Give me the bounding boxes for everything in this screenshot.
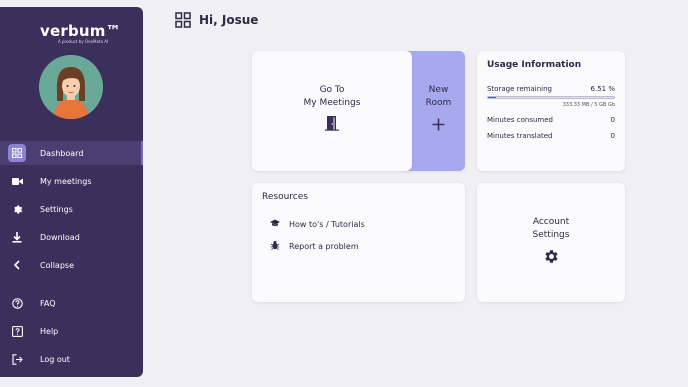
meetings-label-2: My Meetings <box>303 98 361 108</box>
graduation-cap-icon <box>270 219 289 229</box>
logout-icon <box>8 350 26 368</box>
sidebar-item-faq[interactable]: FAQ <box>0 291 143 315</box>
sidebar-item-my-meetings[interactable]: My meetings <box>0 169 143 193</box>
resources-title: Resources <box>262 192 308 202</box>
storage-row: Storage remaining 6.51 % <box>487 83 615 93</box>
resources-card: Resources How to's / Tutorials Report a … <box>252 183 465 302</box>
sidebar-item-label: Log out <box>40 354 70 364</box>
bug-icon <box>270 240 289 252</box>
minutes-consumed-value: 0 <box>610 116 615 124</box>
logo-subtext: A product by OneMeta AI <box>58 39 109 44</box>
resource-item-tutorials[interactable]: How to's / Tutorials <box>270 219 455 229</box>
sidebar-item-download[interactable]: Download <box>0 225 143 249</box>
resource-label: Report a problem <box>289 241 359 251</box>
chevron-left-icon <box>8 256 26 274</box>
sidebar-item-label: Collapse <box>40 260 74 270</box>
grid-icon <box>175 12 191 28</box>
sidebar-item-help[interactable]: Help <box>0 319 143 343</box>
account-label-1: Account <box>532 217 570 227</box>
minutes-consumed-label: Minutes consumed <box>487 116 554 124</box>
storage-percent: 6.51 % <box>590 85 615 93</box>
usage-information-card: Usage Information Storage remaining 6.51… <box>477 51 625 171</box>
door-icon <box>252 115 412 135</box>
help-circle-icon <box>8 294 26 312</box>
storage-label: Storage remaining <box>487 85 552 93</box>
page-header: Hi, Josue <box>175 12 258 28</box>
grid-icon <box>8 144 26 162</box>
gear-icon <box>477 248 625 269</box>
meetings-label-1: Go To <box>319 85 345 95</box>
minutes-translated-row: Minutes translated 0 <box>487 129 615 140</box>
resource-item-report-problem[interactable]: Report a problem <box>270 240 455 252</box>
resource-label: How to's / Tutorials <box>289 219 365 229</box>
download-icon <box>8 228 26 246</box>
sidebar-item-label: Dashboard <box>40 148 84 158</box>
minutes-consumed-row: Minutes consumed 0 <box>487 113 615 124</box>
minutes-translated-label: Minutes translated <box>487 132 553 140</box>
account-settings-card[interactable]: Account Settings <box>477 183 625 302</box>
sidebar-item-label: Help <box>40 326 59 336</box>
sidebar: verbum™ A product by OneMeta AI Dashboar… <box>0 7 143 377</box>
logo-text: verbum™ <box>40 22 121 40</box>
sidebar-item-label: FAQ <box>40 298 56 308</box>
sidebar-item-collapse[interactable]: Collapse <box>0 253 143 277</box>
storage-progress-bar <box>487 96 615 99</box>
new-room-label-1: New <box>428 85 449 95</box>
sidebar-item-label: My meetings <box>40 176 92 186</box>
storage-detail: 333.33 MB / 5 GB Gb <box>562 102 615 108</box>
minutes-translated-value: 0 <box>610 132 615 140</box>
sidebar-item-label: Download <box>40 232 80 242</box>
account-label-2: Settings <box>532 230 570 240</box>
logo: verbum™ A product by OneMeta AI <box>40 22 121 45</box>
sidebar-item-log-out[interactable]: Log out <box>0 347 143 371</box>
sidebar-item-dashboard[interactable]: Dashboard <box>0 141 143 165</box>
plus-icon <box>412 116 465 135</box>
video-icon <box>8 172 26 190</box>
sidebar-item-settings[interactable]: Settings <box>0 197 143 221</box>
new-room-label-2: Room <box>425 98 452 108</box>
usage-title: Usage Information <box>487 60 582 70</box>
my-meetings-card[interactable]: Go To My Meetings <box>252 51 412 171</box>
page-title: Hi, Josue <box>199 13 259 27</box>
help-box-icon <box>8 322 26 340</box>
avatar <box>39 55 103 119</box>
sidebar-item-label: Settings <box>40 204 73 214</box>
gear-icon <box>8 200 26 218</box>
storage-progress-fill <box>488 97 497 98</box>
